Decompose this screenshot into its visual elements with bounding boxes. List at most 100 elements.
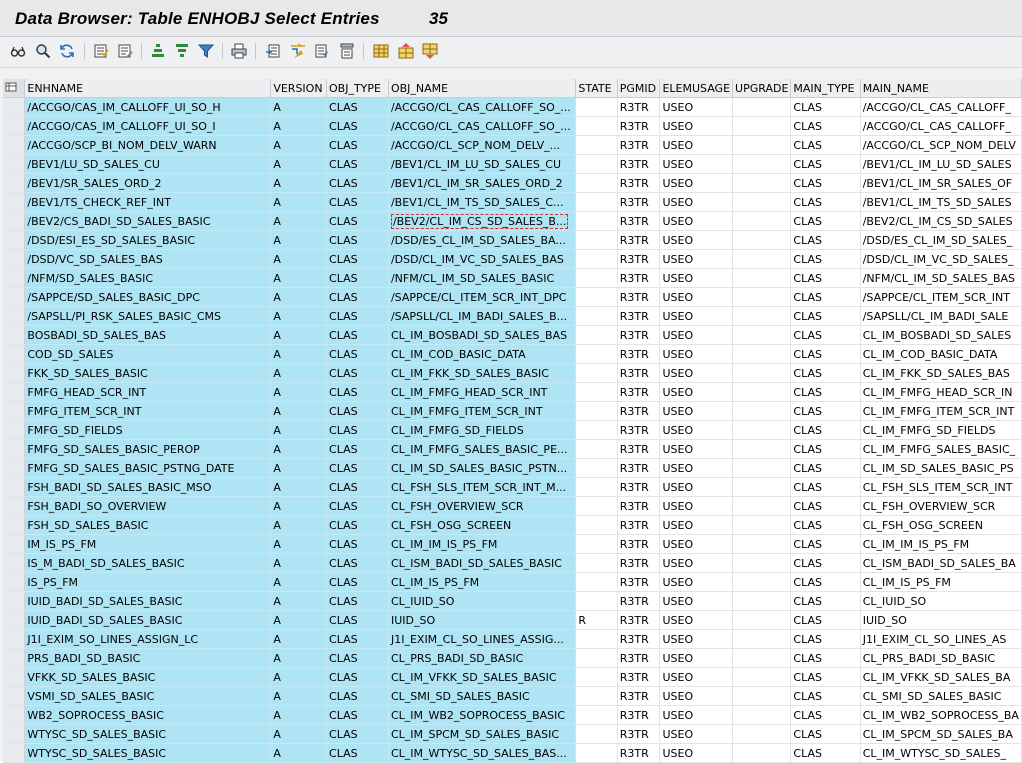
cell-main-name[interactable]: /DSD/ES_CL_IM_SD_SALES_	[860, 230, 1022, 250]
cell-enhname[interactable]: /ACCGO/SCP_BI_NOM_DELV_WARN	[24, 135, 272, 155]
cell-version[interactable]: A	[270, 591, 328, 611]
cell-enhname[interactable]: VSMI_SD_SALES_BASIC	[24, 686, 272, 706]
row-selector[interactable]	[3, 325, 26, 345]
cell-version[interactable]: A	[270, 211, 328, 231]
cell-main-name[interactable]: J1I_EXIM_CL_SO_LINES_AS	[860, 629, 1022, 649]
cell-obj-type[interactable]: CLAS	[326, 344, 389, 364]
cell-version[interactable]: A	[270, 363, 328, 383]
grid-down-icon[interactable]	[421, 42, 439, 60]
row-selector[interactable]	[3, 686, 26, 706]
cell-enhname[interactable]: FMFG_SD_SALES_BASIC_PEROP	[24, 439, 272, 459]
table-row[interactable]: /DSD/VC_SD_SALES_BAS A CLAS/DSD/CL_IM_VC_S…	[3, 249, 1022, 269]
cell-upgrade[interactable]	[732, 667, 792, 687]
cell-elemusage[interactable]: USEO	[659, 591, 734, 611]
cell-pgmid[interactable]: R3TR	[617, 268, 661, 288]
cell-upgrade[interactable]	[732, 249, 792, 269]
cell-elemusage[interactable]: USEO	[659, 553, 734, 573]
cell-main-type[interactable]: CLAS	[790, 724, 861, 744]
cell-main-name[interactable]: /SAPPCE/CL_ITEM_SCR_INT	[860, 287, 1022, 307]
cell-elemusage[interactable]: USEO	[659, 686, 734, 706]
cell-pgmid[interactable]: R3TR	[617, 420, 661, 440]
cell-elemusage[interactable]: USEO	[659, 344, 734, 364]
row-selector[interactable]	[3, 382, 26, 402]
cell-state[interactable]	[575, 211, 618, 231]
cell-state[interactable]	[575, 648, 618, 668]
cell-enhname[interactable]: /BEV1/LU_SD_SALES_CU	[24, 154, 272, 174]
cell-version[interactable]: A	[270, 458, 328, 478]
cell-main-name[interactable]: /BEV1/CL_IM_SR_SALES_OF	[860, 173, 1022, 193]
edit-table-icon[interactable]	[116, 42, 134, 60]
cell-main-name[interactable]: IUID_SO	[860, 610, 1022, 630]
cell-state[interactable]	[575, 591, 618, 611]
cell-state[interactable]	[575, 382, 618, 402]
cell-state[interactable]	[575, 705, 618, 725]
cell-main-type[interactable]: CLAS	[790, 363, 861, 383]
row-selector[interactable]	[3, 705, 26, 725]
cell-obj-name[interactable]: CL_IUID_SO	[388, 591, 577, 611]
table-row[interactable]: /SAPPCE/SD_SALES_BASIC_DPC A CLAS/SAPPCE/C…	[3, 287, 1022, 307]
cell-pgmid[interactable]: R3TR	[617, 724, 661, 744]
cell-main-type[interactable]: CLAS	[790, 420, 861, 440]
cell-pgmid[interactable]: R3TR	[617, 477, 661, 497]
cell-state[interactable]	[575, 458, 618, 478]
cell-obj-type[interactable]: CLAS	[326, 724, 389, 744]
column-header-main-type[interactable]: MAIN_TYPE	[790, 79, 861, 98]
cell-obj-name[interactable]: /DSD/ES_CL_IM_SD_SALES_BA...	[388, 230, 577, 250]
cell-upgrade[interactable]	[732, 686, 792, 706]
cell-upgrade[interactable]	[732, 553, 792, 573]
row-selector[interactable]	[3, 553, 26, 573]
row-selector[interactable]	[3, 401, 26, 421]
cell-main-name[interactable]: CL_IM_FKK_SD_SALES_BAS	[860, 363, 1022, 383]
table-row[interactable]: IM_IS_PS_FM A CLAS CL_IM_IM_IS_PS_FM R3TR USE…	[3, 534, 1022, 554]
cell-upgrade[interactable]	[732, 610, 792, 630]
cell-obj-type[interactable]: CLAS	[326, 173, 389, 193]
cell-upgrade[interactable]	[732, 401, 792, 421]
cell-main-name[interactable]: /ACCGO/CL_CAS_CALLOFF_	[860, 97, 1022, 117]
cell-upgrade[interactable]	[732, 743, 792, 763]
table-row[interactable]: /BEV2/CS_BADI_SD_SALES_BASIC A CLAS/BEV2/C…	[3, 211, 1022, 231]
cell-main-type[interactable]: CLAS	[790, 116, 861, 136]
row-selector[interactable]	[3, 572, 26, 592]
cell-upgrade[interactable]	[732, 629, 792, 649]
table-row[interactable]: J1I_EXIM_SO_LINES_ASSIGN_LC A CLAS J1I_EXIM…	[3, 629, 1022, 649]
cell-version[interactable]: A	[270, 572, 328, 592]
cell-obj-name[interactable]: /SAPSLL/CL_IM_BADI_SALES_B...	[388, 306, 577, 326]
row-selector[interactable]	[3, 268, 26, 288]
cell-pgmid[interactable]: R3TR	[617, 325, 661, 345]
cell-upgrade[interactable]	[732, 192, 792, 212]
cell-state[interactable]	[575, 154, 618, 174]
cell-elemusage[interactable]: USEO	[659, 306, 734, 326]
cell-version[interactable]: A	[270, 116, 328, 136]
cell-enhname[interactable]: /BEV1/SR_SALES_ORD_2	[24, 173, 272, 193]
cell-pgmid[interactable]: R3TR	[617, 629, 661, 649]
cell-pgmid[interactable]: R3TR	[617, 306, 661, 326]
table-row[interactable]: /BEV1/LU_SD_SALES_CU A CLAS/BEV1/CL_IM_LU_…	[3, 154, 1022, 174]
cell-obj-name[interactable]: CL_IM_FMFG_HEAD_SCR_INT	[388, 382, 577, 402]
cell-upgrade[interactable]	[732, 420, 792, 440]
cell-enhname[interactable]: BOSBADI_SD_SALES_BAS	[24, 325, 272, 345]
row-selector[interactable]	[3, 116, 26, 136]
cell-enhname[interactable]: /ACCGO/CAS_IM_CALLOFF_UI_SO_I	[24, 116, 272, 136]
cell-obj-name[interactable]: /ACCGO/CL_CAS_CALLOFF_SO_...	[388, 116, 577, 136]
cell-state[interactable]	[575, 344, 618, 364]
cell-obj-name[interactable]: /BEV2/CL_IM_CS_SD_SALES_B...	[388, 211, 577, 231]
cell-upgrade[interactable]	[732, 572, 792, 592]
table-row[interactable]: FMFG_HEAD_SCR_INT A CLAS CL_IM_FMFG_HEAD_SC…	[3, 382, 1022, 402]
table-row[interactable]: FMFG_SD_FIELDS A CLAS CL_IM_FMFG_SD_FIELDS R…	[3, 420, 1022, 440]
cell-main-type[interactable]: CLAS	[790, 344, 861, 364]
cell-upgrade[interactable]	[732, 591, 792, 611]
cell-main-name[interactable]: CL_IM_VFKK_SD_SALES_BA	[860, 667, 1022, 687]
cell-main-type[interactable]: CLAS	[790, 382, 861, 402]
cell-elemusage[interactable]: USEO	[659, 154, 734, 174]
table-row[interactable]: FKK_SD_SALES_BASIC A CLAS CL_IM_FKK_SD_SALE…	[3, 363, 1022, 383]
cell-obj-name[interactable]: CL_IM_FKK_SD_SALES_BASIC	[388, 363, 577, 383]
cell-obj-type[interactable]: CLAS	[326, 382, 389, 402]
cell-version[interactable]: A	[270, 173, 328, 193]
cell-main-name[interactable]: CL_IM_WTYSC_SD_SALES_	[860, 743, 1022, 763]
cell-elemusage[interactable]: USEO	[659, 458, 734, 478]
cell-obj-type[interactable]: CLAS	[326, 534, 389, 554]
cell-version[interactable]: A	[270, 401, 328, 421]
cell-state[interactable]	[575, 249, 618, 269]
cell-obj-type[interactable]: CLAS	[326, 553, 389, 573]
cell-pgmid[interactable]: R3TR	[617, 648, 661, 668]
